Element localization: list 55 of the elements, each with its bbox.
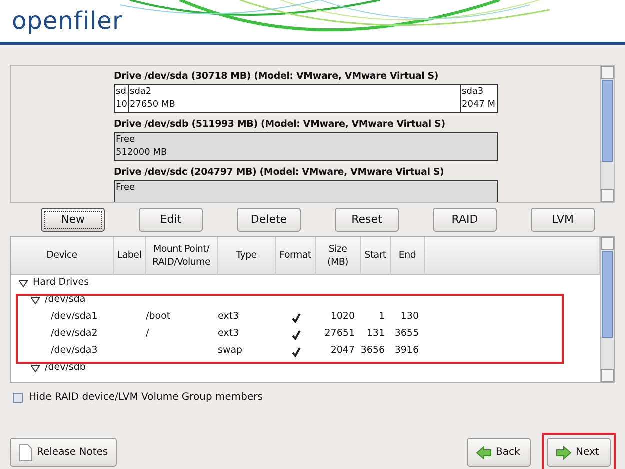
release-notes-button[interactable]: Release Notes [10,438,118,467]
size-value: 27651 [324,327,355,342]
partition-segment[interactable]: sd 10 [115,85,129,112]
partition-segment[interactable]: sda3 2047 M [461,85,497,112]
filesystem-type: ext3 [218,327,240,342]
partition-segment[interactable]: sda2 27650 MB [129,85,461,112]
expanded-triangle-icon[interactable] [19,280,28,288]
device-name: /dev/sda1 [51,310,98,324]
column-header[interactable]: Mount Point/ RAID/Volume [146,237,218,275]
action-button[interactable]: Delete [237,208,301,232]
expanded-triangle-icon[interactable] [31,364,40,372]
end-cylinder: 130 [400,310,419,324]
end-cylinder: 3916 [394,344,419,358]
document-icon [19,444,33,462]
right-arrow-icon [556,446,572,460]
filesystem-type: ext3 [218,310,240,324]
mount-point: /boot [146,310,171,324]
action-button[interactable]: Reset [335,208,399,232]
drive-title: Drive /dev/sda (30718 MB) (Model: VMware, VMware Virtual S) [114,70,440,84]
filesystem-type: swap [218,344,243,358]
next-button[interactable]: Next [547,438,611,467]
action-button[interactable]: Edit [139,208,203,232]
left-arrow-icon [476,446,492,460]
action-button[interactable]: RAID [433,208,497,232]
column-header[interactable]: Format [276,237,316,275]
size-value: 2047 [330,344,355,358]
scrollbar[interactable] [600,237,614,382]
drive-title: Drive /dev/sdb (511993 MB) (Model: VMware, VMware Virtual S) [114,118,446,132]
scrollbar[interactable] [600,66,614,202]
start-cylinder: 3656 [360,344,385,358]
device-name: /dev/sda2 [51,327,98,342]
column-header[interactable]: Start [361,237,391,275]
logo: openfiler [12,6,123,37]
action-button[interactable]: LVM [531,208,595,232]
column-header[interactable]: Size (MB) [316,237,361,275]
action-button[interactable]: New [41,208,105,232]
checkbox-label[interactable]: Hide RAID device/LVM Volume Group members [29,390,263,405]
checkbox[interactable] [13,392,23,402]
device-name: Hard Drives [33,276,90,290]
mount-point: / [146,327,150,342]
device-name: /dev/sda [45,293,86,308]
column-header[interactable]: Label [114,237,146,275]
column-header[interactable]: End [391,237,425,275]
device-name: /dev/sda3 [51,344,98,358]
partition-segment[interactable]: Free 512000 MB [115,133,497,160]
start-cylinder: 1 [378,310,385,324]
expanded-triangle-icon[interactable] [31,296,40,304]
drive-title: Drive /dev/sdc (204797 MB) (Model: VMware, VMware Virtual S) [114,166,446,180]
partition-segment[interactable]: Free [115,181,497,202]
column-header[interactable]: Type [218,237,276,275]
back-button[interactable]: Back [467,438,531,467]
column-header[interactable]: Device [11,237,114,275]
size-value: 1020 [330,310,355,324]
end-cylinder: 3655 [394,327,419,342]
start-cylinder: 131 [366,327,385,342]
